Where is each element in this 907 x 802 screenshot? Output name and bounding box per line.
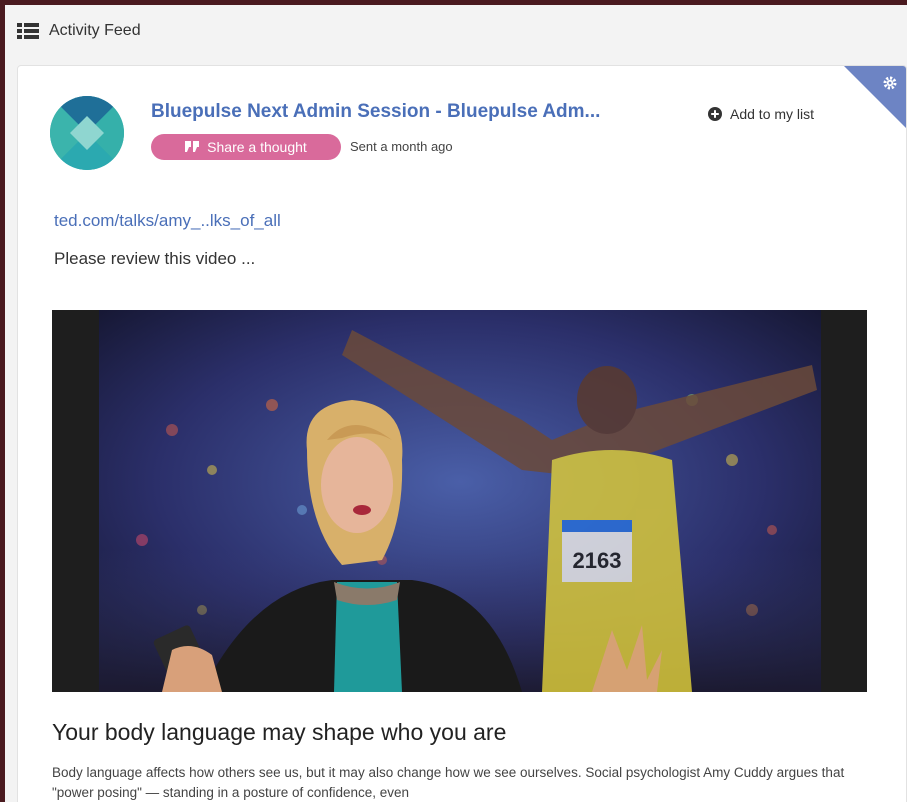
video-description: Body language affects how others see us,… bbox=[52, 765, 845, 800]
post-message: Please review this video ... bbox=[54, 249, 256, 268]
panel-header: Activity Feed bbox=[17, 19, 141, 43]
video-thumbnail[interactable]: 2163 bbox=[52, 310, 867, 692]
share-thought-button[interactable]: Share a thought bbox=[151, 134, 341, 160]
video-link[interactable]: ted.com/talks/amy_..lks_of_all bbox=[54, 211, 281, 231]
avatar bbox=[50, 96, 124, 170]
post-title[interactable]: Bluepulse Next Admin Session - Bluepulse… bbox=[151, 101, 671, 123]
feed-post-card: Bluepulse Next Admin Session - Bluepulse… bbox=[17, 65, 907, 802]
share-thought-label: Share a thought bbox=[207, 139, 307, 155]
quote-icon bbox=[185, 141, 200, 152]
activity-feed-panel: Activity Feed Bluepulse Next Admin Sessi… bbox=[5, 5, 907, 802]
add-to-list-label: Add to my list bbox=[730, 106, 815, 122]
add-to-list-button[interactable]: Add to my list bbox=[708, 106, 814, 122]
gear-icon[interactable] bbox=[882, 75, 898, 91]
list-icon bbox=[17, 23, 39, 39]
video-title: Your body language may shape who you are bbox=[52, 719, 507, 745]
bib-number: 2163 bbox=[573, 548, 622, 573]
panel-title: Activity Feed bbox=[49, 22, 141, 39]
plus-circle-icon bbox=[708, 107, 722, 121]
sent-timestamp: Sent a month ago bbox=[350, 139, 453, 154]
